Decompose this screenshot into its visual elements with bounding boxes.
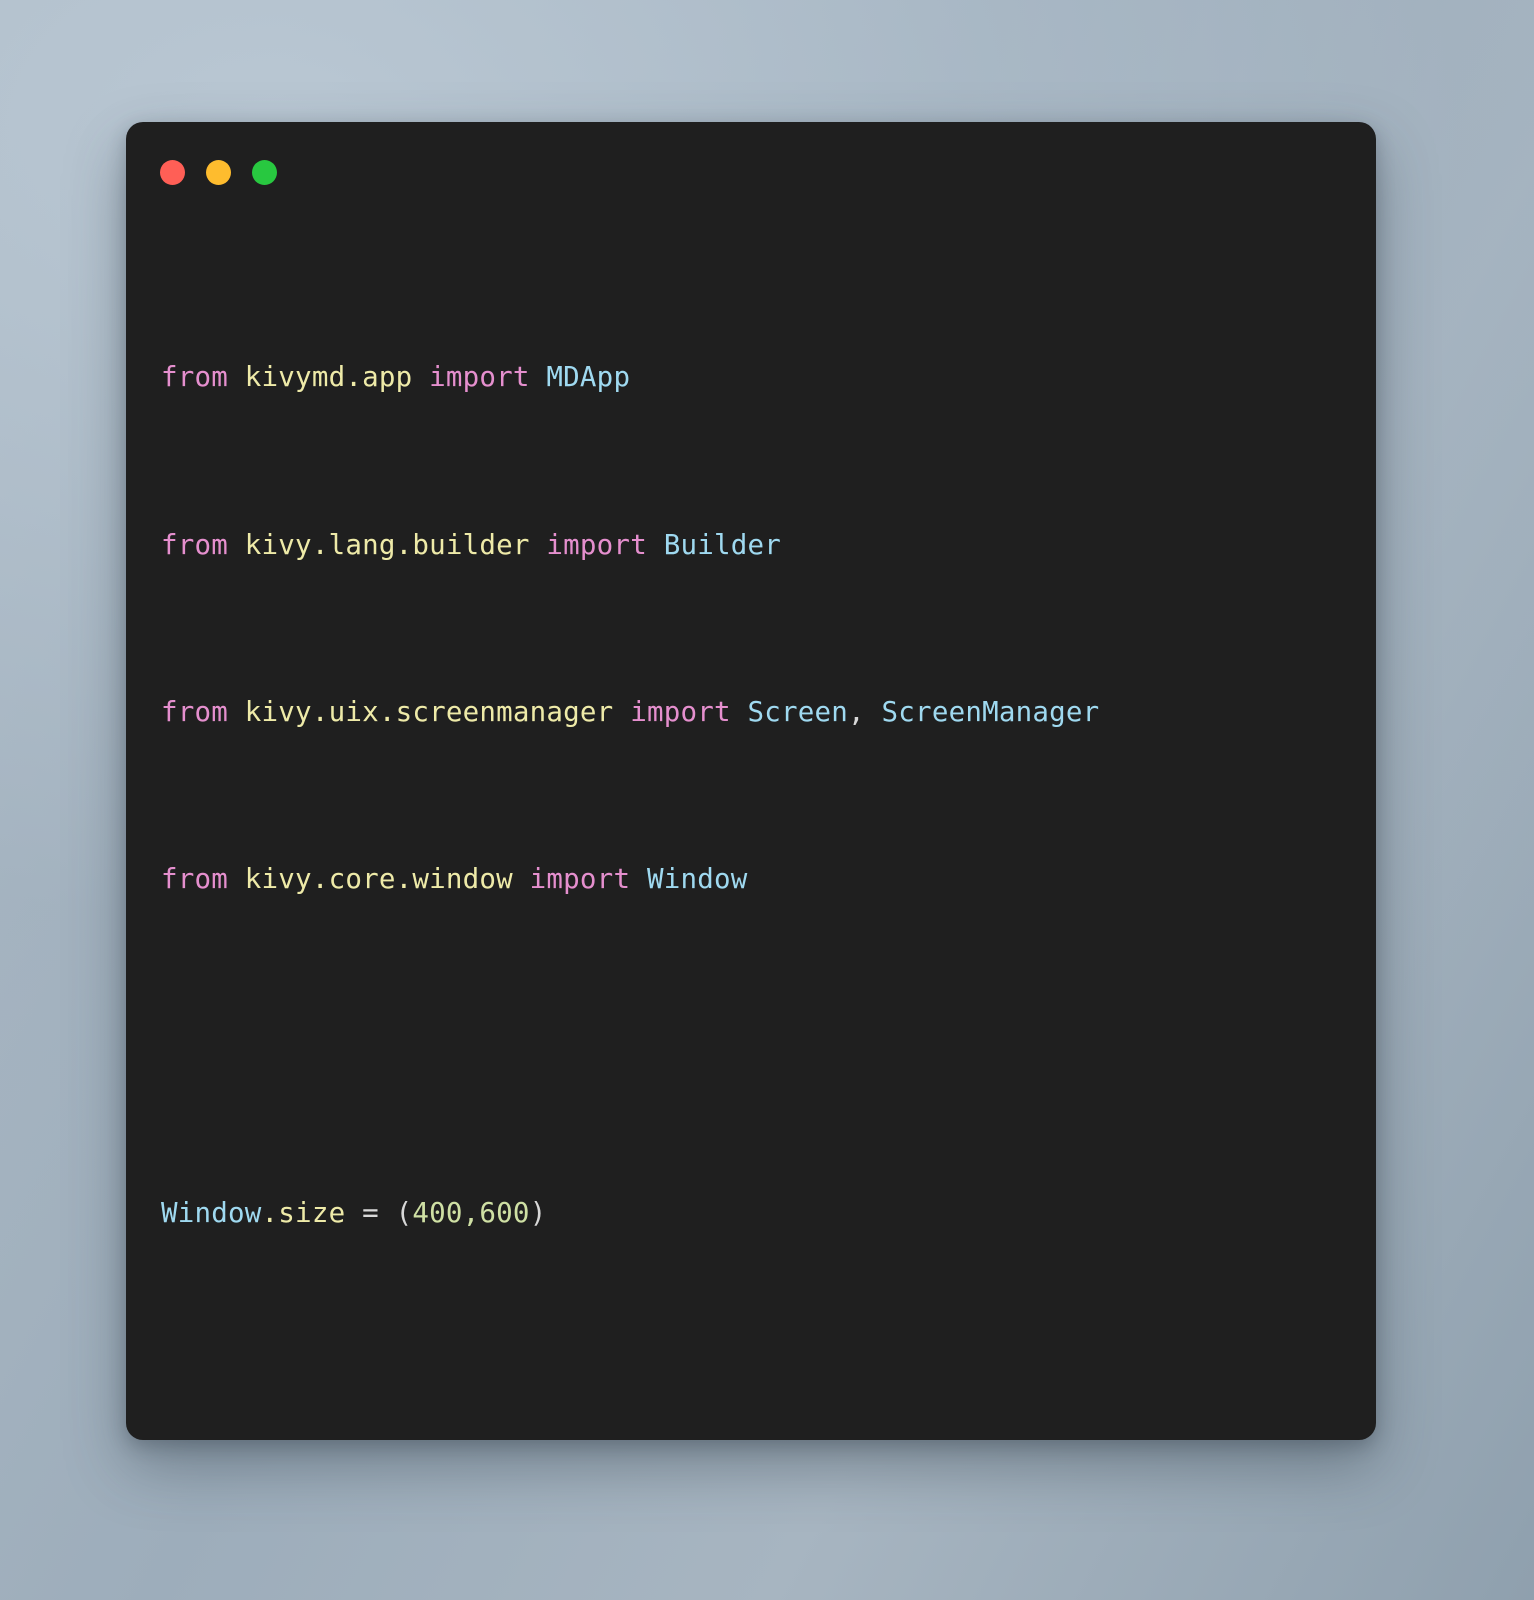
token-attribute: .size: [261, 1197, 346, 1230]
token-keyword: from: [161, 695, 229, 728]
token-paren: ): [529, 1197, 547, 1230]
token-module: kivymd.app: [228, 361, 430, 394]
code-line: from kivy.lang.builder import Builder: [161, 525, 1366, 567]
maximize-window-button[interactable]: [252, 160, 277, 185]
token-import-name: Window: [630, 862, 748, 895]
code-line: from kivy.uix.screenmanager import Scree…: [161, 692, 1366, 734]
token-keyword: import: [429, 361, 530, 394]
token-keyword: import: [546, 528, 647, 561]
token-operator: = (: [345, 1197, 413, 1230]
token-number: 600: [479, 1197, 530, 1230]
token-object: Window: [161, 1197, 262, 1230]
token-comma: ,: [462, 1197, 480, 1230]
token-keyword: from: [161, 528, 229, 561]
token-import-name: Screen: [730, 695, 849, 728]
close-window-button[interactable]: [160, 160, 185, 185]
token-keyword: from: [161, 862, 229, 895]
token-module: kivy.lang.builder: [228, 528, 547, 561]
token-keyword: import: [630, 695, 731, 728]
token-import-name: ScreenManager: [881, 695, 1100, 728]
window-controls: [160, 160, 277, 185]
token-import-name: Builder: [646, 528, 782, 561]
token-separator: ,: [848, 695, 882, 728]
token-module: kivy.uix.screenmanager: [228, 695, 631, 728]
code-block[interactable]: from kivymd.app import MDApp from kivy.l…: [161, 232, 1366, 1440]
token-keyword: import: [529, 862, 631, 895]
code-window-card: from kivymd.app import MDApp from kivy.l…: [126, 122, 1376, 1440]
code-line: Window.size = (400,600): [161, 1193, 1366, 1235]
token-module: kivy.core.window: [228, 862, 530, 895]
code-line: from kivymd.app import MDApp: [161, 357, 1366, 399]
minimize-window-button[interactable]: [206, 160, 231, 185]
token-keyword: from: [161, 361, 229, 394]
code-line: from kivy.core.window import Window: [161, 859, 1366, 901]
token-number: 400: [412, 1197, 463, 1230]
token-import-name: MDApp: [529, 361, 631, 394]
